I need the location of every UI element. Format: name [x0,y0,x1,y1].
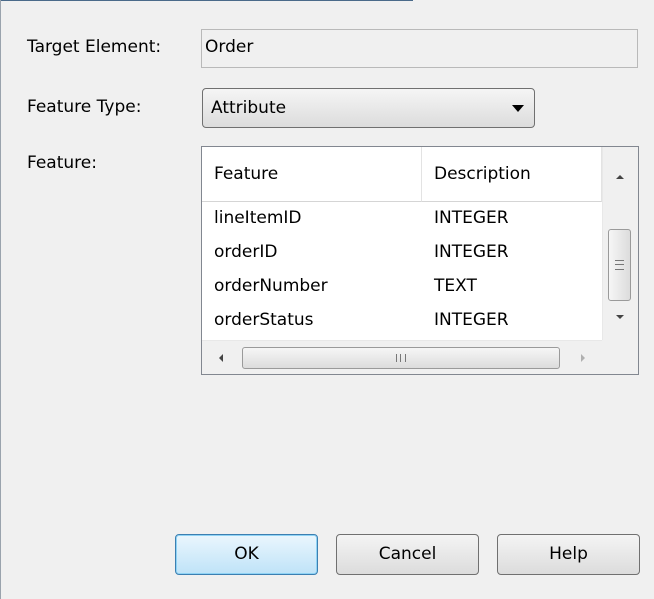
cancel-button[interactable]: Cancel [336,534,479,575]
vertical-scroll-thumb[interactable] [608,229,631,301]
column-header-description[interactable]: Description [422,147,602,202]
feature-cell: orderNumber [214,276,328,296]
target-element-label: Target Element: [27,37,162,57]
feature-type-select[interactable]: Attribute [202,88,535,128]
target-element-field: Order [201,29,638,68]
description-cell: INTEGER [434,310,509,330]
vertical-scrollbar[interactable] [602,147,638,340]
column-header-feature-label: Feature [214,164,279,184]
description-cell: TEXT [434,276,477,296]
help-button[interactable]: Help [497,534,640,575]
feature-list-header: Feature Description [202,147,602,202]
arrow-left-icon[interactable] [219,354,223,362]
feature-cell: orderID [214,242,278,262]
grip-icon [396,354,406,362]
description-cell: INTEGER [434,242,509,262]
table-row[interactable]: orderStatus INTEGER [202,304,602,338]
table-row[interactable]: orderNumber TEXT [202,270,602,304]
horizontal-scrollbar[interactable] [202,340,602,374]
feature-label: Feature: [27,153,97,173]
arrow-up-icon[interactable] [616,175,624,179]
table-row[interactable]: orderID INTEGER [202,236,602,270]
column-header-feature[interactable]: Feature [202,147,422,202]
feature-cell: lineItemID [214,208,302,228]
horizontal-scroll-thumb[interactable] [242,347,560,369]
ok-button[interactable]: OK [175,534,318,575]
scrollbar-corner [602,340,638,374]
feature-list[interactable]: Feature Description lineItemID INTEGER o… [201,146,639,375]
table-row[interactable]: lineItemID INTEGER [202,202,602,236]
column-header-description-label: Description [434,164,531,184]
feature-type-label: Feature Type: [27,97,142,117]
grip-icon [615,260,624,270]
description-cell: INTEGER [434,208,509,228]
dialog-top-edge [1,0,413,1]
feature-cell: orderStatus [214,310,314,330]
feature-dialog: Target Element: Order Feature Type: Attr… [0,0,654,599]
chevron-down-icon [512,105,524,112]
target-element-value: Order [205,37,254,57]
arrow-right-icon[interactable] [581,354,585,362]
feature-type-value: Attribute [211,98,287,118]
arrow-down-icon[interactable] [616,315,624,319]
